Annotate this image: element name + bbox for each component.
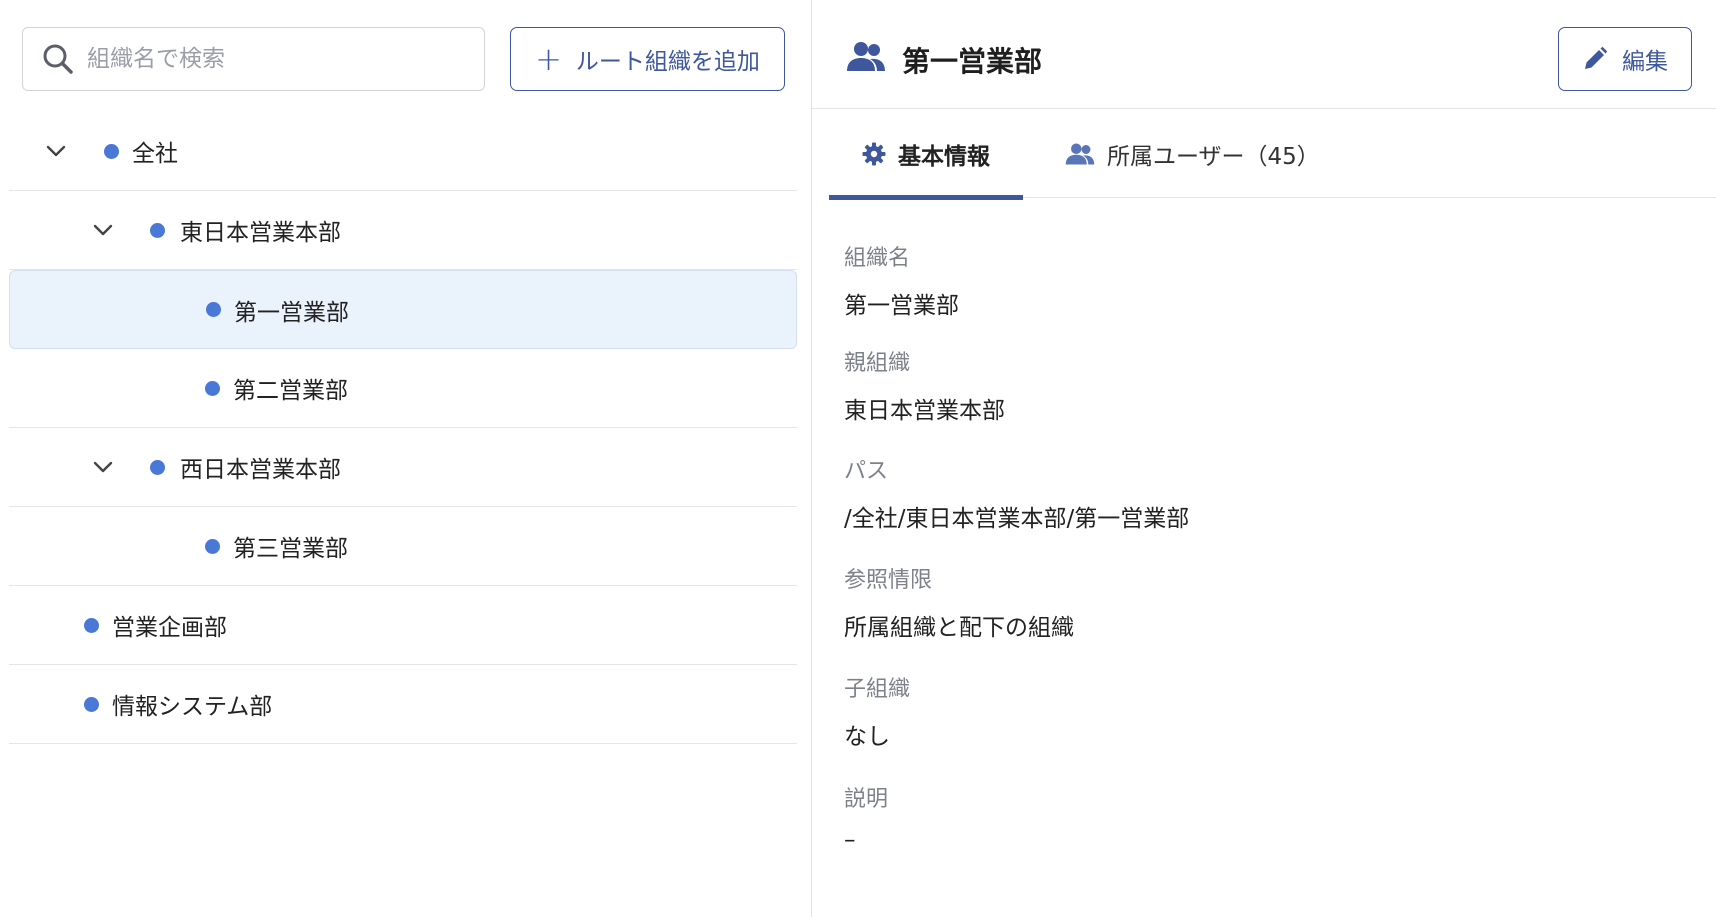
- chevron-down-icon[interactable]: [90, 217, 116, 243]
- field-child-orgs: 子組織 なし: [844, 671, 910, 751]
- field-label: 組織名: [844, 246, 911, 271]
- gear-icon: [862, 142, 886, 165]
- org-tree: 全社 東日本営業本部 第一営業部 第二営業部 西日本営業本部 第三営業部 営業企…: [9, 112, 797, 744]
- plus-icon: +: [535, 40, 562, 78]
- node-dot-icon: [205, 538, 220, 554]
- tree-node-label: 西日本営業本部: [180, 457, 341, 483]
- tree-node-label: 第三営業部: [233, 536, 348, 562]
- users-icon: [1065, 143, 1095, 164]
- node-dot-icon: [150, 459, 165, 475]
- tree-node-west-japan[interactable]: 西日本営業本部: [9, 428, 797, 507]
- tree-node-sales-1[interactable]: 第一営業部: [9, 270, 797, 349]
- chevron-down-icon[interactable]: [90, 454, 116, 480]
- field-org-name: 組織名 第一営業部: [844, 240, 959, 320]
- org-tree-pane: + ルート組織を追加 全社 東日本営業本部: [0, 0, 812, 917]
- node-dot-icon: [84, 617, 99, 633]
- tab-basic-info[interactable]: 基本情報: [829, 109, 1023, 200]
- tree-node-label: 第二営業部: [233, 378, 348, 404]
- search-icon: [43, 44, 73, 74]
- field-value: 東日本営業本部: [844, 398, 1005, 424]
- page-title: 第一営業部: [902, 45, 1043, 78]
- tree-node-sales-3[interactable]: 第三営業部: [9, 507, 797, 586]
- tree-node-label: 第一営業部: [234, 299, 349, 326]
- search-input[interactable]: [87, 46, 467, 72]
- field-permission: 参照情限 所属組織と配下の組織: [844, 562, 1074, 642]
- field-path: パス /全社/東日本営業本部/第一営業部: [844, 453, 1189, 533]
- field-parent-org: 親組織 東日本営業本部: [844, 345, 1005, 425]
- field-label: 説明: [844, 787, 889, 812]
- field-value: /全社/東日本営業本部/第一営業部: [844, 506, 1190, 532]
- tree-node-it[interactable]: 情報システム部: [9, 665, 797, 744]
- field-value: なし: [844, 724, 890, 750]
- detail-header: 第一営業部 編集: [812, 0, 1716, 109]
- field-value: –: [844, 827, 856, 853]
- tree-node-label: 全社: [132, 141, 178, 167]
- tree-toolbar: + ルート組織を追加: [0, 0, 811, 112]
- node-dot-icon: [205, 380, 220, 396]
- pencil-icon: [1585, 46, 1608, 69]
- field-label: 親組織: [844, 351, 911, 376]
- add-root-org-button[interactable]: + ルート組織を追加: [510, 27, 785, 91]
- detail-tabs: 基本情報 所属ユーザー（45）: [829, 109, 1716, 200]
- tree-node-company[interactable]: 全社: [9, 112, 797, 191]
- field-label: 子組織: [844, 677, 911, 702]
- node-dot-icon: [206, 302, 221, 317]
- tree-node-sales-2[interactable]: 第二営業部: [9, 349, 797, 428]
- org-detail-pane: 第一営業部 編集 基本情報 所属ユーザー（45） 組織名 第一営業部 親組織 東…: [812, 0, 1716, 917]
- node-dot-icon: [150, 222, 165, 238]
- tab-label: 基本情報: [898, 143, 990, 170]
- users-icon: [847, 42, 885, 71]
- node-dot-icon: [84, 696, 99, 712]
- edit-button[interactable]: 編集: [1558, 27, 1692, 91]
- tab-members[interactable]: 所属ユーザー（45）: [1065, 109, 1320, 198]
- field-label: 参照情限: [844, 568, 933, 593]
- tab-label: 所属ユーザー（45）: [1107, 143, 1320, 170]
- tree-node-label: 東日本営業本部: [180, 220, 341, 246]
- field-value: 所属組織と配下の組織: [844, 615, 1074, 641]
- app-root: + ルート組織を追加 全社 東日本営業本部: [0, 0, 1716, 917]
- tree-node-sales-planning[interactable]: 営業企画部: [9, 586, 797, 665]
- search-box[interactable]: [22, 27, 485, 91]
- chevron-down-icon[interactable]: [43, 138, 69, 164]
- add-root-org-label: ルート組織を追加: [575, 49, 760, 75]
- tree-node-label: 営業企画部: [112, 615, 227, 641]
- tree-node-label: 情報システム部: [112, 694, 273, 720]
- node-dot-icon: [104, 143, 119, 159]
- field-value: 第一営業部: [844, 293, 959, 319]
- field-label: パス: [844, 459, 889, 484]
- tree-node-east-japan[interactable]: 東日本営業本部: [9, 191, 797, 270]
- field-description: 説明 –: [844, 781, 888, 853]
- edit-label: 編集: [1622, 49, 1668, 75]
